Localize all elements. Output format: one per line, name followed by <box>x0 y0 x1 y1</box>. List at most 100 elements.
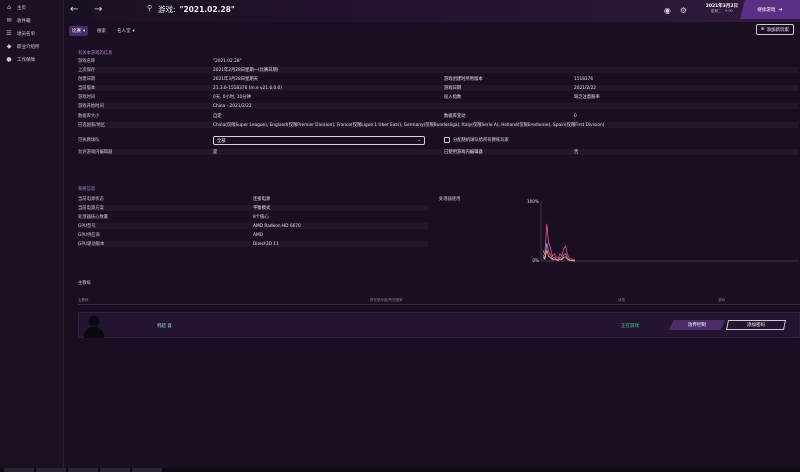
coachable-teams-select[interactable]: 全部 ⌄ <box>213 136 425 145</box>
processor-usage-label: 处理器使用 <box>439 197 461 202</box>
back-arrow-icon[interactable]: ← <box>70 4 78 15</box>
info-row: 游戏名称 "2021.02.28" <box>78 58 798 65</box>
info-value: 缺乏注意赔率 <box>574 95 600 100</box>
sidebar-item-label: 职业介绍所 <box>17 44 40 50</box>
game-date: 2021年3月2日 星期二 - 9:00 <box>706 3 738 14</box>
system-label: GPU供应商 <box>78 233 100 238</box>
info-label: 创建日期 <box>78 77 96 82</box>
sidebar: ⌂ 主页 ✉ 收件箱 ☰ 球员名单 ◆ 职业介绍所 ● 工作保障 <box>0 0 64 468</box>
sidebar-item-label: 工作保障 <box>17 57 35 63</box>
info-value: "2021.02.28" <box>213 58 242 64</box>
system-value: 连接电源 <box>253 197 271 202</box>
info-row: 上次保存 2021年2月28日星期一(比赛日期) <box>78 67 798 73</box>
add-user-icon: ⊕ <box>760 27 765 32</box>
job-security-icon: ● <box>6 56 12 63</box>
checkbox[interactable] <box>444 137 450 143</box>
player-name[interactable]: 韩超 喜 <box>157 323 172 329</box>
info-value: China - 2021/2/22 <box>213 103 252 109</box>
system-row: GPU驱动版本 Direct3D 11 <box>78 241 428 247</box>
column-header: 游戏 <box>718 298 725 302</box>
info-label: 投入指数 <box>444 95 462 100</box>
info-value: 是 <box>213 150 218 155</box>
sidebar-item-squad[interactable]: ☰ 球员名单 <box>0 27 63 40</box>
info-value: 自定 <box>213 114 222 119</box>
chevron-down-icon: ⌄ <box>417 138 421 143</box>
system-label: GPU型号 <box>78 224 96 229</box>
sidebar-item-label: 球员名单 <box>17 31 35 37</box>
date-sub-text: 星期二 - 9:00 <box>710 9 733 13</box>
info-row: 数据库大小 自定 数据库变动 0 <box>78 113 798 120</box>
info-label: 当前版本 <box>78 86 96 91</box>
tab-search[interactable]: 搜索 <box>94 26 109 36</box>
sidebar-item-job-security[interactable]: ● 工作保障 <box>0 53 63 66</box>
info-value: 1518376 <box>574 76 594 82</box>
forward-arrow-icon[interactable]: → <box>94 4 102 15</box>
info-value: 2021年3月28日星期天 <box>213 77 258 82</box>
search-icon[interactable]: ⚲ <box>147 4 152 12</box>
info-label: 上次保存 <box>78 68 96 73</box>
tab-match[interactable]: 比赛 ▾ <box>69 26 89 36</box>
info-label: 游戏日期 <box>444 86 462 91</box>
cpu-usage-chart: 100% 0% <box>527 199 799 263</box>
help-icon[interactable]: ◉ <box>664 6 671 15</box>
sidebar-item-inbox[interactable]: ✉ 收件箱 <box>0 14 63 27</box>
column-header: 状态 <box>618 298 625 302</box>
random-assign-checkbox[interactable]: 分配随机球队给所有教练玩家 <box>444 137 509 143</box>
sidebar-item-career[interactable]: ◆ 职业介绍所 <box>0 40 63 53</box>
add-player-button[interactable]: ⊕ 添加新玩家 <box>755 24 794 35</box>
system-label: 当前电源状态 <box>78 197 104 202</box>
add-password-button[interactable]: 添加密码 <box>725 320 787 330</box>
system-row: 当前电源状态 连接电源 <box>78 196 428 202</box>
taskbar-item[interactable] <box>68 468 98 472</box>
section-title-game-info: 有关本游戏的信息 <box>78 51 113 56</box>
top-icons: ◉ ⚙ <box>664 6 687 15</box>
system-row: 处理器核心数量 8个核心 <box>78 214 428 220</box>
title-text: "2021.02.28" <box>179 5 235 14</box>
home-icon: ⌂ <box>7 4 11 11</box>
info-label: 数据库大小 <box>78 114 100 119</box>
info-value: 21.3.0-1518376 (m.e v21.6.0.0) <box>213 85 282 91</box>
select-value: 全部 <box>217 138 226 144</box>
system-row: 当前电源方案 平衡模式 <box>78 205 428 211</box>
relinquish-control-button[interactable]: 放弃控制 <box>669 320 725 330</box>
info-row: 已选国家/地区 China(仅限Super League), England(仅… <box>78 122 798 128</box>
squad-icon: ☰ <box>6 30 12 37</box>
info-label: 游戏名称 <box>78 59 96 64</box>
column-header: 主教练 <box>78 298 89 302</box>
tab-hall-of-fame[interactable]: 名人堂 ▾ <box>114 26 138 36</box>
info-row: 游戏时间 0天, 0小时, 10分钟 投入指数 缺乏注意赔率 <box>78 94 798 100</box>
system-value: AMD <box>253 232 263 238</box>
tab-label: 搜索 <box>97 29 106 34</box>
continue-button[interactable]: 继续游戏 ➜ <box>740 0 800 19</box>
info-label: 已选国家/地区 <box>78 123 106 128</box>
chevron-down-icon: ▾ <box>83 28 86 34</box>
info-row: 游戏开始时间 China - 2021/2/22 <box>78 103 798 109</box>
table-row[interactable]: 韩超 喜 正在游戏 放弃控制 添加密码 <box>78 312 800 338</box>
continue-arrow-icon: ➜ <box>778 6 783 13</box>
info-value: 0 <box>574 113 577 119</box>
taskbar-item[interactable] <box>36 468 66 472</box>
sidebar-item-label: 主页 <box>17 5 26 11</box>
avatar <box>84 315 104 338</box>
taskbar-item[interactable] <box>100 468 130 472</box>
info-row: 允许游戏内编辑器 是 已使用游戏内编辑器 否 <box>78 149 798 155</box>
sub-bar: 比赛 ▾ 搜索 名人堂 ▾ ⊕ 添加新玩家 <box>64 22 800 40</box>
info-value: 否 <box>574 150 579 155</box>
status-badge: 正在游戏 <box>621 324 639 329</box>
add-player-label: 添加新玩家 <box>766 27 790 33</box>
system-label: GPU驱动版本 <box>78 242 105 247</box>
section-title-system-info: 系统信息 <box>78 187 96 192</box>
taskbar <box>0 468 800 472</box>
y-tick-label: 100% <box>527 199 539 204</box>
button-label: 放弃控制 <box>688 323 706 328</box>
sidebar-item-home[interactable]: ⌂ 主页 <box>0 1 63 14</box>
info-label: 游戏创建时所用版本 <box>444 77 483 82</box>
info-label: 已使用游戏内编辑器 <box>444 150 483 155</box>
column-header: 所在俱乐部/所在国家 <box>370 298 403 302</box>
taskbar-item[interactable] <box>4 468 34 472</box>
inbox-icon: ✉ <box>6 17 12 24</box>
system-value: 平衡模式 <box>253 206 271 211</box>
taskbar-item[interactable] <box>132 468 162 472</box>
gear-icon[interactable]: ⚙ <box>680 6 687 15</box>
top-bar: ← → ⚲ 游戏: "2021.02.28" ◉ ⚙ 2021年3月2日 星期二… <box>64 0 800 22</box>
